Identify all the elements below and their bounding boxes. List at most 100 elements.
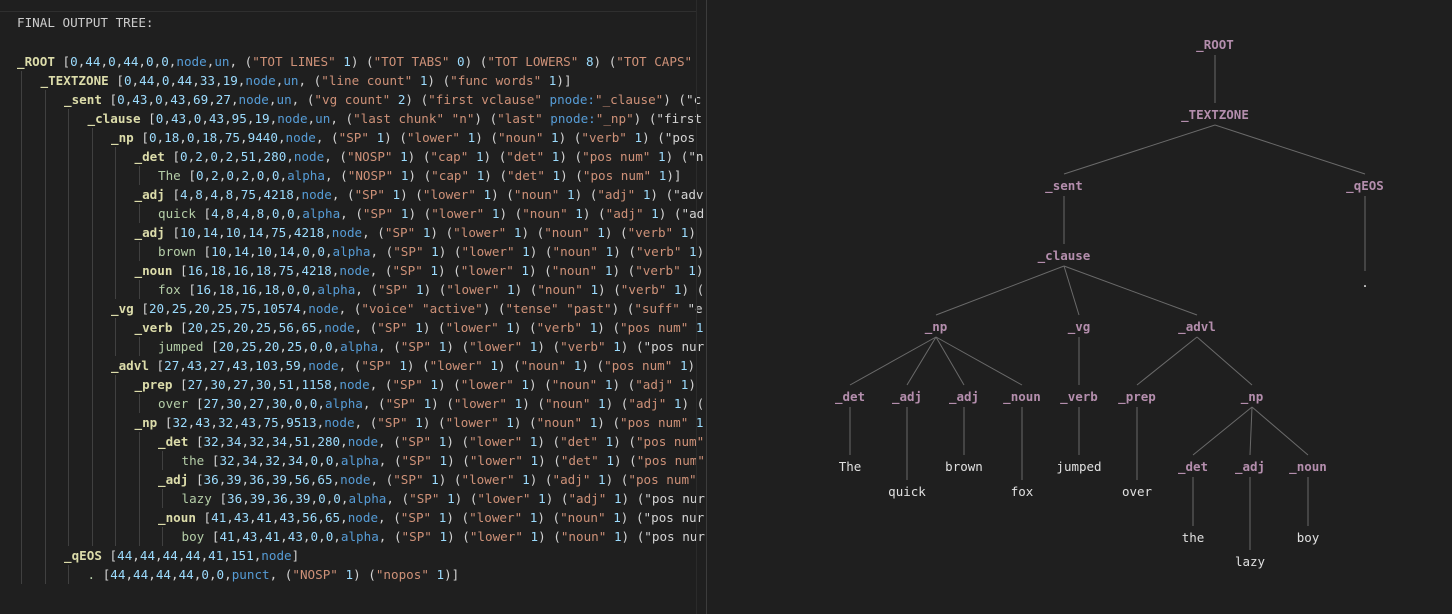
attr-string: "verb" [635, 263, 681, 278]
output-tree-line[interactable]: _np [0,18,0,18,75,9440,node, ("SP" 1) ("… [111, 128, 695, 147]
tree-node-det1[interactable]: _det [835, 389, 865, 405]
tree-node-prep[interactable]: _prep [1118, 389, 1156, 405]
output-tree-line[interactable]: lazy [36,39,36,39,0,0,alpha, ("SP" 1) ("… [182, 489, 705, 508]
output-tree-line[interactable]: _adj [10,14,10,14,75,4218,node, ("SP" 1)… [135, 223, 696, 242]
output-tree-line[interactable]: _clause [0,43,0,43,95,19,node,un, ("last… [88, 109, 702, 128]
attr-string: "pos num" [636, 453, 705, 468]
range-number: 43 [208, 111, 225, 126]
output-tree-line[interactable]: brown [10,14,10,14,0,0,alpha, ("SP" 1) (… [158, 242, 704, 261]
range-number: 18 [255, 263, 272, 278]
attr-number: 1 [431, 244, 439, 259]
attr-string: "NOSP" [292, 567, 338, 582]
line-attributes: , ("SP" 1) ("lower" 1) ("noun" 1) ("pos … [355, 415, 704, 430]
tree-node-root[interactable]: _ROOT [1196, 37, 1234, 53]
output-tree-line[interactable]: _noun [41,43,41,43,56,65,node, ("SP" 1) … [158, 508, 704, 527]
attr-punct: ) ("ad [658, 206, 705, 221]
attr-string: "SP" [400, 339, 432, 354]
tree-node-noun1[interactable]: _noun [1003, 389, 1041, 405]
line-label: brown [158, 244, 196, 259]
attr-string: "lower" [453, 225, 507, 240]
output-tree-line[interactable]: _np [32,43,32,43,75,9513,node, ("SP" 1) … [135, 413, 704, 432]
tree-node-clause[interactable]: _clause [1038, 248, 1091, 264]
line-label: _adj [134, 225, 165, 240]
tree-leaf-the2[interactable]: the [1182, 530, 1205, 545]
attr-punct [408, 282, 416, 297]
output-tree-line[interactable]: _adj [36,39,36,39,56,65,node, ("SP" 1) (… [158, 470, 697, 489]
output-tree-panel[interactable]: FINAL OUTPUT TREE: _ROOT [0,44,0,44,0,0,… [0, 0, 707, 614]
tree-leaf-over[interactable]: over [1122, 484, 1153, 499]
output-tree-line[interactable]: the [32,34,32,34,0,0,alpha, ("SP" 1) ("l… [182, 451, 705, 470]
output-tree-line[interactable]: _verb [20,25,20,25,56,65,node, ("SP" 1) … [135, 318, 704, 337]
vertical-scroll-edge[interactable] [696, 0, 697, 614]
line-type: node [238, 92, 269, 107]
output-title: FINAL OUTPUT TREE: [17, 15, 154, 30]
tree-leaf-jumped[interactable]: jumped [1056, 459, 1101, 474]
output-tree-line[interactable]: _det [0,2,0,2,51,280,node, ("NOSP" 1) ("… [135, 147, 704, 166]
output-tree-line[interactable]: _advl [27,43,27,43,103,59,node, ("SP" 1)… [111, 356, 695, 375]
output-tree-line[interactable]: _ROOT [0,44,0,44,0,0,node,un, ("TOT LINE… [17, 52, 692, 71]
attr-punct: , ( [378, 510, 401, 525]
tree-node-np1[interactable]: _np [925, 319, 948, 335]
output-tree-line[interactable]: _TEXTZONE [0,44,0,44,33,19,node,un, ("li… [41, 71, 572, 90]
line-attributes: , ("SP" 1) ("lower" 1) ("noun" 1) ("adj"… [340, 206, 704, 221]
output-tree-line[interactable]: quick [4,8,4,8,0,0,alpha, ("SP" 1) ("low… [158, 204, 704, 223]
line-range: [0,44,0,44,0,0, [63, 54, 177, 69]
tree-node-advl[interactable]: _advl [1178, 319, 1216, 335]
attr-punct [650, 149, 658, 164]
attr-number: 1 [688, 263, 696, 278]
output-tree-line[interactable]: _sent [0,43,0,43,69,27,node,un, ("vg cou… [64, 90, 701, 109]
range-punct: , [170, 567, 179, 582]
output-tree-line[interactable]: boy [41,43,41,43,0,0,alpha, ("SP" 1) ("l… [182, 527, 705, 546]
attr-punct: ) ( [438, 377, 461, 392]
tree-leaf-fox[interactable]: fox [1011, 484, 1034, 499]
attr-punct [499, 282, 507, 297]
attr-punct: ) ( [464, 54, 488, 69]
tree-leaf-period[interactable]: . [1361, 275, 1369, 290]
output-tree-line[interactable]: _noun [16,18,16,18,75,4218,node, ("SP" 1… [135, 261, 704, 280]
attr-punct: )] [444, 567, 460, 582]
tree-node-sent[interactable]: _sent [1045, 178, 1083, 194]
tree-node-adj2[interactable]: _adj [949, 389, 979, 405]
output-tree-line[interactable]: _det [32,34,32,34,51,280,node, ("SP" 1) … [158, 432, 704, 451]
output-tree-line[interactable]: jumped [20,25,20,25,0,0,alpha, ("SP" 1) … [158, 337, 704, 356]
range-punct: , [249, 206, 257, 221]
range-number: 43 [186, 358, 203, 373]
attr-string: "adj" [605, 206, 644, 221]
output-tree-line[interactable]: over [27,30,27,30,0,0,alpha, ("SP" 1) ("… [158, 394, 704, 413]
indent-guide [138, 204, 140, 223]
range-number: 0 [123, 73, 132, 88]
output-tree-line[interactable]: _qEOS [44,44,44,44,41,151,node] [64, 546, 299, 565]
attr-punct: ) ( [438, 263, 461, 278]
line-label: the [181, 453, 205, 468]
range-number: 51 [240, 149, 256, 164]
range-punct: [ [188, 282, 196, 297]
range-number: 56 [294, 472, 310, 487]
range-punct: , [264, 472, 272, 487]
output-tree-line[interactable]: fox [16,18,16,18,0,0,alpha, ("SP" 1) ("l… [158, 280, 704, 299]
output-tree-line[interactable]: _adj [4,8,4,8,75,4218,node, ("SP" 1) ("l… [135, 185, 704, 204]
tree-leaf-lazy[interactable]: lazy [1235, 554, 1266, 569]
tree-node-np2[interactable]: _np [1241, 389, 1264, 405]
attr-punct [542, 92, 550, 107]
tree-node-qeos[interactable]: _qEOS [1346, 178, 1384, 194]
output-tree-line[interactable]: _prep [27,30,27,30,51,1158,node, ("SP" 1… [135, 375, 696, 394]
output-tree-line[interactable]: The [0,2,0,2,0,0,alpha, ("NOSP" 1) ("cap… [158, 166, 682, 185]
tree-leaf-boy[interactable]: boy [1297, 530, 1320, 545]
tree-leaf-the1[interactable]: The [839, 459, 862, 474]
tree-node-adj1[interactable]: _adj [892, 389, 922, 405]
output-tree-line[interactable]: . [44,44,44,44,0,0,punct, ("NOSP" 1) ("n… [88, 565, 460, 584]
tree-node-noun2[interactable]: _noun [1289, 459, 1327, 475]
tree-leaf-quick[interactable]: quick [888, 484, 926, 499]
attr-punct: , ( [370, 472, 394, 487]
range-punct: , [217, 130, 225, 145]
tree-node-textzone[interactable]: _TEXTZONE [1181, 107, 1249, 123]
tree-node-vg[interactable]: _vg [1068, 319, 1091, 335]
tree-node-det2[interactable]: _det [1178, 459, 1208, 475]
tree-leaf-brown[interactable]: brown [945, 459, 983, 474]
attr-punct: ) ( [604, 225, 628, 240]
tree-node-verb[interactable]: _verb [1060, 389, 1098, 405]
attr-string: "pos num" [582, 149, 651, 164]
range-number: 2 [241, 168, 250, 183]
tree-node-adj3[interactable]: _adj [1235, 459, 1265, 475]
output-tree-line[interactable]: _vg [20,25,20,25,75,10574,node, ("voice"… [111, 299, 703, 318]
